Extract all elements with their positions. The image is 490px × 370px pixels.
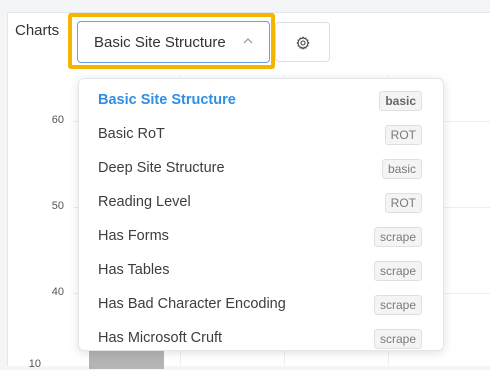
- dropdown-option[interactable]: Basic Site Structure basic: [79, 83, 443, 117]
- charts-label: Charts: [15, 22, 60, 39]
- settings-button[interactable]: [275, 22, 330, 62]
- gear-icon: [296, 36, 310, 50]
- option-badge: scrape: [373, 227, 422, 247]
- chevron-up-icon: [243, 38, 253, 44]
- option-label: Reading Level: [98, 194, 191, 210]
- option-badge: scrape: [373, 261, 422, 281]
- option-label: Basic RoT: [98, 126, 165, 142]
- dropdown-option[interactable]: Has Forms scrape: [79, 219, 443, 253]
- dropdown-option[interactable]: Reading Level ROT: [79, 185, 443, 219]
- dropdown-option[interactable]: Basic RoT ROT: [79, 117, 443, 151]
- option-label: Deep Site Structure: [98, 160, 225, 176]
- option-label: Has Forms: [98, 228, 169, 244]
- dropdown-option[interactable]: Has Tables scrape: [79, 253, 443, 287]
- chart-select-value: Basic Site Structure: [94, 34, 226, 51]
- option-badge: ROT: [384, 193, 422, 213]
- option-label: Has Microsoft Cruft: [98, 330, 223, 346]
- dropdown-option[interactable]: Deep Site Structure basic: [79, 151, 443, 185]
- dropdown-option[interactable]: Has Bad Character Encoding scrape: [79, 287, 443, 321]
- y-tick-label: 10: [28, 358, 41, 370]
- y-tick-label: 50: [51, 200, 64, 212]
- option-label: Basic Site Structure: [98, 92, 236, 108]
- y-tick-label: 40: [51, 286, 64, 298]
- chart-dropdown-menu: Basic Site Structure basic Basic RoT ROT…: [78, 78, 444, 351]
- option-badge: basic: [381, 159, 422, 179]
- option-badge: basic: [379, 91, 422, 111]
- dropdown-option[interactable]: Has Microsoft Cruft scrape: [79, 321, 443, 350]
- chart-select[interactable]: Basic Site Structure: [77, 21, 270, 63]
- chart-bar: [89, 349, 164, 369]
- y-tick-label: 60: [51, 114, 64, 126]
- option-badge: ROT: [384, 125, 422, 145]
- option-badge: scrape: [373, 329, 422, 349]
- option-label: Has Tables: [98, 262, 170, 278]
- option-badge: scrape: [373, 295, 422, 315]
- option-label: Has Bad Character Encoding: [98, 296, 286, 312]
